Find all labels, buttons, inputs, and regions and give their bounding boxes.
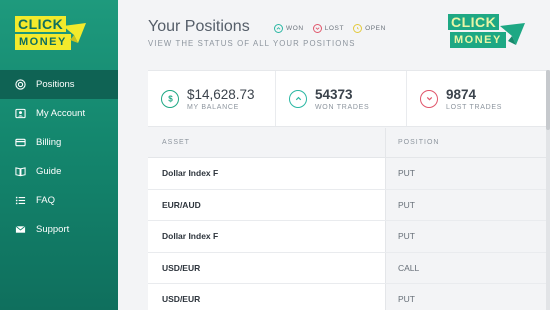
list-icon <box>14 195 26 207</box>
clock-icon <box>353 24 363 33</box>
asset-cell: Dollar Index F <box>148 221 386 252</box>
legend-open: OPEN <box>353 24 386 33</box>
table-row[interactable]: USD/EUR PUT <box>148 284 550 310</box>
legend-lost: LOST <box>312 24 345 33</box>
stat-balance: $ $14,628.73 MY BALANCE <box>148 71 276 126</box>
brand-logo-line1: CLICK <box>15 16 67 32</box>
sidebar-item-guide[interactable]: Guide <box>0 157 118 186</box>
chevron-down-icon <box>312 24 322 33</box>
sidebar-item-label: Guide <box>36 166 62 177</box>
page-subtitle: VIEW THE STATUS OF ALL YOUR POSITIONS <box>148 39 356 48</box>
balance-label: MY BALANCE <box>187 103 239 111</box>
sidebar-item-faq[interactable]: FAQ <box>0 186 118 215</box>
positions-table: ASSET POSITION Dollar Index F PUT EUR/AU… <box>148 128 550 310</box>
legend-label: WON <box>286 25 304 32</box>
status-legend: WON LOST OPEN <box>274 24 395 33</box>
chevron-down-icon <box>420 89 438 108</box>
legend-label: OPEN <box>365 25 386 32</box>
table-row[interactable]: Dollar Index F PUT <box>148 158 550 190</box>
position-cell: PUT <box>386 158 550 189</box>
dollar-icon: $ <box>161 89 179 108</box>
sidebar-item-support[interactable]: Support <box>0 215 118 244</box>
page-title: Your Positions <box>148 18 250 35</box>
sidebar-item-label: My Account <box>36 108 86 119</box>
sidebar: CLICK MONEY Positions My Account Billing <box>0 0 118 310</box>
brand-logo-header[interactable]: CLICK MONEY <box>448 14 530 50</box>
stat-won-trades: 54373 WON TRADES <box>276 71 407 126</box>
legend-won: WON <box>274 24 304 33</box>
table-row[interactable]: Dollar Index F PUT <box>148 221 550 253</box>
brand-logo[interactable]: CLICK MONEY <box>15 16 95 52</box>
brand-logo-line1: CLICK <box>448 14 500 30</box>
stats-bar: $ $14,628.73 MY BALANCE 54373 WON TRADES… <box>148 70 550 127</box>
sidebar-item-label: Billing <box>36 137 62 148</box>
svg-text:$: $ <box>168 94 173 103</box>
sidebar-item-my-account[interactable]: My Account <box>0 99 118 128</box>
table-header: ASSET POSITION <box>148 128 550 158</box>
main-content: Your Positions VIEW THE STATUS OF ALL YO… <box>118 0 550 310</box>
sidebar-item-billing[interactable]: Billing <box>0 128 118 157</box>
account-icon <box>14 108 26 120</box>
sidebar-item-positions[interactable]: Positions <box>0 70 118 99</box>
lost-trades-value: 9874 <box>446 86 477 102</box>
book-icon <box>14 166 26 178</box>
column-header-position[interactable]: POSITION <box>386 128 439 157</box>
asset-cell: Dollar Index F <box>148 158 386 189</box>
sidebar-item-label: Support <box>36 224 70 235</box>
chevron-up-icon <box>289 89 307 108</box>
chevron-up-icon <box>274 24 283 33</box>
balance-value: $14,628.73 <box>187 86 255 102</box>
asset-cell: EUR/AUD <box>148 189 386 220</box>
target-icon <box>14 79 26 91</box>
asset-cell: USD/EUR <box>148 284 386 310</box>
won-trades-value: 54373 <box>315 86 353 102</box>
asset-cell: USD/EUR <box>148 252 386 283</box>
table-row[interactable]: USD/EUR CALL <box>148 252 550 284</box>
column-header-asset[interactable]: ASSET <box>148 128 386 157</box>
logo-arrow-icon <box>63 23 86 43</box>
billing-icon <box>14 137 26 149</box>
scrollbar[interactable] <box>546 70 550 310</box>
mail-icon <box>14 224 26 236</box>
position-cell: PUT <box>386 189 550 220</box>
position-cell: CALL <box>386 252 550 283</box>
lost-trades-label: LOST TRADES <box>446 103 503 111</box>
logo-arrow-icon <box>500 23 525 45</box>
table-row[interactable]: EUR/AUD PUT <box>148 189 550 221</box>
position-cell: PUT <box>386 284 550 310</box>
sidebar-item-label: Positions <box>36 79 75 90</box>
stat-lost-trades: 9874 LOST TRADES <box>407 71 550 126</box>
legend-label: LOST <box>324 25 345 32</box>
scrollbar-thumb[interactable] <box>546 70 550 130</box>
sidebar-item-label: FAQ <box>36 195 56 206</box>
won-trades-label: WON TRADES <box>315 103 370 111</box>
sidebar-nav: Positions My Account Billing Guide FAQ S… <box>0 70 118 244</box>
position-cell: PUT <box>386 221 550 252</box>
